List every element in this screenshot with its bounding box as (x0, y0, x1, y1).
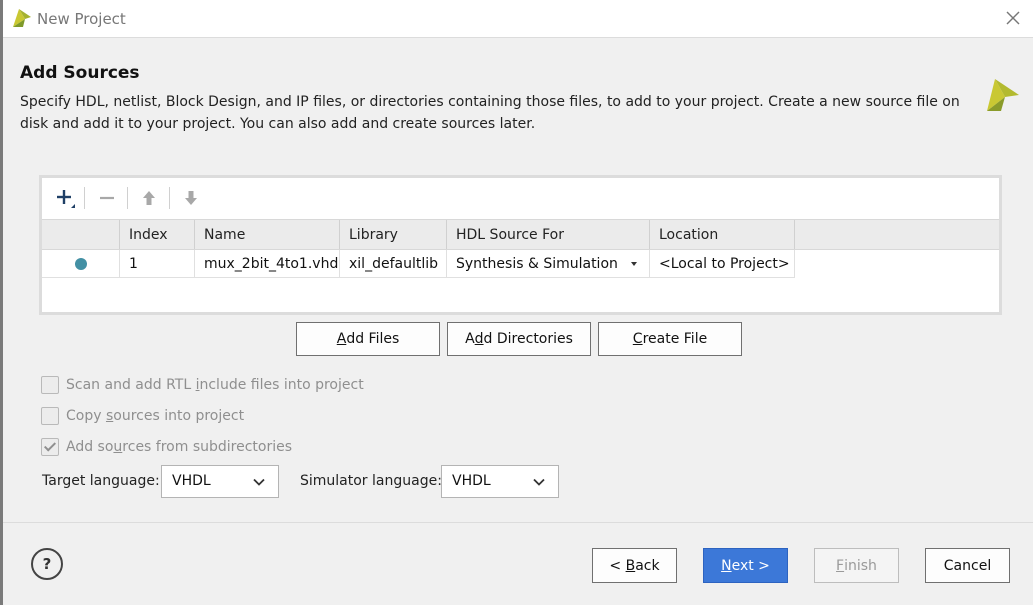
copy-sources-option[interactable]: Copy sources into project (41, 405, 244, 427)
column-header-library[interactable]: Library (340, 220, 447, 249)
label-post: d Directories (483, 331, 573, 347)
status-dot-icon (75, 258, 87, 270)
move-down-icon[interactable] (178, 185, 204, 211)
copy-sources-checkbox[interactable] (41, 407, 59, 425)
label-mnemonic: A (336, 331, 347, 347)
add-files-button[interactable]: Add Files (296, 322, 440, 356)
help-button[interactable]: ? (31, 548, 63, 580)
scan-rtl-option[interactable]: Scan and add RTL include files into proj… (41, 374, 364, 396)
column-header-name[interactable]: Name (195, 220, 340, 249)
add-icon[interactable] (52, 185, 78, 211)
add-subdirs-option[interactable]: Add sources from subdirectories (41, 436, 292, 458)
copy-sources-label: Copy sources into project (66, 408, 245, 424)
target-language-value: VHDL (172, 473, 211, 489)
column-header-status (42, 220, 120, 249)
new-project-dialog: New Project Add Sources Specify HDL, net… (0, 0, 1033, 605)
label-post: reate File (642, 331, 708, 347)
chevron-down-icon (253, 478, 265, 486)
toolbar-separator (169, 187, 170, 209)
row-name: mux_2bit_4to1.vhd (195, 250, 340, 278)
close-icon[interactable] (1003, 8, 1023, 28)
target-language-label: Target language: (42, 473, 160, 489)
target-language-select[interactable]: VHDL (161, 465, 279, 498)
vivado-brand-icon (987, 79, 1019, 111)
create-file-button[interactable]: Create File (598, 322, 742, 356)
label-pre: A (465, 331, 475, 347)
toolbar-separator (84, 187, 85, 209)
next-button[interactable]: Next > (703, 548, 788, 583)
simulator-language-label: Simulator language: (300, 473, 442, 489)
sources-toolbar (42, 178, 999, 218)
toolbar-separator (127, 187, 128, 209)
dropdown-arrow-icon (631, 262, 637, 266)
scan-rtl-label: Scan and add RTL include files into proj… (66, 377, 364, 393)
vivado-logo-icon (13, 9, 31, 27)
finish-button[interactable]: Finish (814, 548, 899, 583)
add-subdirs-checkbox[interactable] (41, 438, 59, 456)
title-bar: New Project (3, 0, 1033, 38)
add-directories-button[interactable]: Add Directories (447, 322, 591, 356)
window-title: New Project (37, 10, 126, 28)
table-row[interactable]: 1 mux_2bit_4to1.vhd xil_defaultlib Synth… (42, 250, 795, 278)
column-header-hdl-source-for[interactable]: HDL Source For (447, 220, 650, 249)
row-status-cell (42, 250, 120, 278)
column-header-location[interactable]: Location (650, 220, 795, 249)
simulator-language-select[interactable]: VHDL (441, 465, 559, 498)
row-library[interactable]: xil_defaultlib (340, 250, 447, 278)
page-description: Specify HDL, netlist, Block Design, and … (20, 94, 960, 132)
column-header-index[interactable]: Index (120, 220, 195, 249)
row-hdl-source-for-value: Synthesis & Simulation (456, 256, 618, 272)
label-mnemonic: d (474, 331, 484, 347)
label-mnemonic: C (632, 331, 643, 347)
label-post: dd Files (346, 331, 400, 347)
chevron-down-icon (533, 478, 545, 486)
checkmark-icon (43, 439, 57, 452)
sources-panel: Index Name Library HDL Source For Locati… (39, 175, 1002, 315)
table-header: Index Name Library HDL Source For Locati… (42, 219, 999, 250)
page-header: Add Sources Specify HDL, netlist, Block … (3, 39, 1033, 149)
remove-icon[interactable] (94, 185, 120, 211)
scan-rtl-checkbox[interactable] (41, 376, 59, 394)
row-location: <Local to Project> (650, 250, 795, 278)
move-up-icon[interactable] (136, 185, 162, 211)
footer-divider (3, 522, 1033, 523)
back-button[interactable]: < Back (592, 548, 677, 583)
row-index: 1 (120, 250, 195, 278)
cancel-button[interactable]: Cancel (925, 548, 1010, 583)
add-subdirs-label: Add sources from subdirectories (66, 439, 293, 455)
page-title: Add Sources (20, 63, 140, 83)
row-hdl-source-for-dropdown[interactable]: Synthesis & Simulation (447, 250, 650, 278)
simulator-language-value: VHDL (452, 473, 491, 489)
